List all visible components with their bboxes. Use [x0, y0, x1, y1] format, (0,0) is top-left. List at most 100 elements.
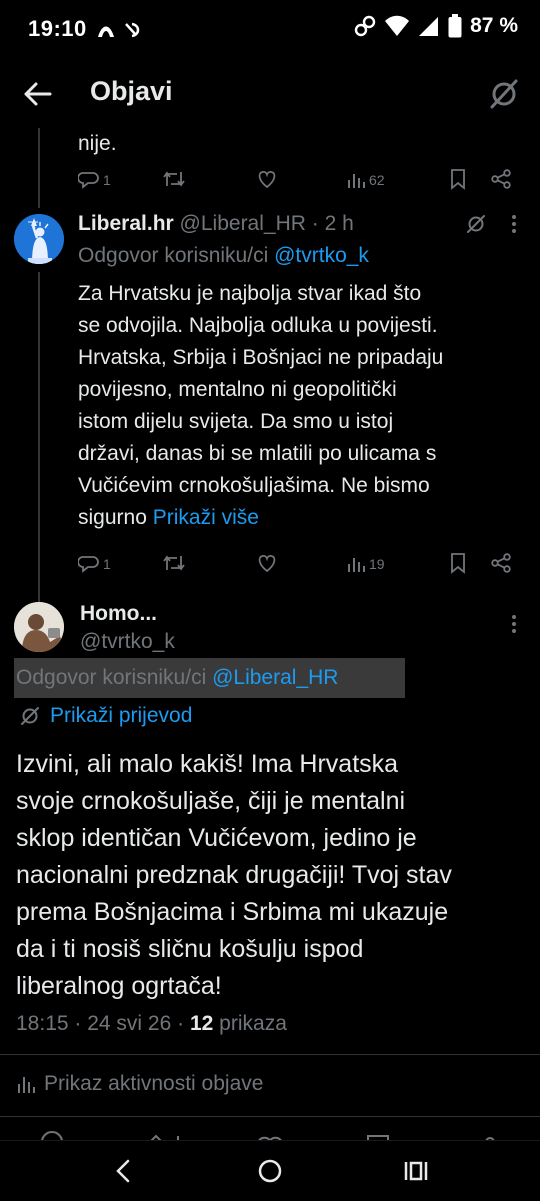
like-button[interactable] — [256, 552, 346, 577]
post-activity-link[interactable]: Prikaz aktivnosti objave — [16, 1072, 263, 1096]
views-icon — [348, 558, 365, 572]
prev-tweet-text: nije. — [78, 132, 117, 155]
author-handle[interactable]: @Liberal_HR — [180, 212, 306, 235]
more-options-button[interactable] — [508, 612, 520, 641]
back-button[interactable] — [20, 76, 56, 112]
views-icon — [348, 174, 365, 188]
translate-label: Prikaži prijevod — [50, 704, 193, 727]
post-meta: 18:15 · 24 svi 26 · 12 prikaza — [16, 1012, 287, 1036]
grok-icon — [21, 707, 39, 725]
nav-recents-button[interactable] — [402, 1158, 430, 1189]
recent-apps-icon — [404, 1161, 428, 1181]
view-count: 62 — [369, 172, 385, 188]
avatar[interactable] — [14, 602, 64, 652]
home-circle-icon — [258, 1159, 282, 1183]
status-icons: 87 % — [354, 14, 518, 38]
battery-percent: 87 % — [470, 14, 518, 37]
chevron-left-icon — [116, 1159, 130, 1183]
reply-context: Odgovor korisniku/ci @tvrtko_k — [78, 240, 369, 272]
reply-count: 1 — [103, 172, 111, 188]
bookmark-button[interactable] — [448, 552, 490, 577]
more-options-button[interactable] — [508, 212, 520, 241]
notification-icon — [98, 22, 140, 38]
statue-of-liberty-icon — [14, 214, 64, 264]
heart-icon — [258, 554, 276, 572]
repost-icon — [163, 555, 185, 570]
status-bar: 19:10 87 % — [0, 0, 540, 62]
reply-button[interactable]: 1 — [78, 553, 162, 575]
author-name[interactable]: Liberal.hr — [78, 212, 174, 235]
share-button[interactable] — [490, 168, 512, 193]
reply-tweet-header: Liberal.hr @Liberal_HR · 2 h — [78, 208, 354, 240]
prev-tweet-actions: 1 62 — [78, 166, 518, 194]
nav-home-button[interactable] — [257, 1158, 283, 1189]
thread-line — [38, 272, 40, 602]
text-line: istom dijelu svijeta. Da smo u istoj — [78, 410, 394, 433]
views-button[interactable]: 62 — [346, 170, 448, 190]
post-activity-label: Prikaz aktivnosti objave — [44, 1072, 264, 1095]
text-line: Hrvatska, Srbija i Bošnjaci ne pripadaju — [78, 346, 444, 369]
text-line: državi, danas bi se mlatili po ulicama s — [78, 442, 437, 465]
text-line: sklop identičan Vučićevom, jedino je — [16, 824, 417, 852]
share-icon — [491, 168, 511, 189]
reply-count: 1 — [103, 556, 111, 572]
translate-button[interactable]: Prikaži prijevod — [18, 704, 192, 728]
text-line: nacionalni predznak drugačiji! Tvoj stav — [16, 861, 452, 889]
reply-icon — [78, 556, 99, 573]
notification-icons — [96, 19, 152, 46]
view-count: 12 — [189, 1012, 214, 1035]
bookmark-icon — [451, 552, 465, 574]
view-count: 19 — [369, 556, 385, 572]
wifi-icon — [385, 15, 410, 36]
views-icon — [18, 1077, 35, 1093]
heart-icon — [258, 170, 276, 188]
link-icon — [354, 15, 376, 37]
more-vertical-icon — [512, 215, 516, 233]
post-time: · 2 h — [311, 212, 354, 235]
post-date: · 24 svi 26 · — [74, 1012, 185, 1035]
repost-button[interactable] — [162, 168, 256, 193]
divider — [0, 1054, 540, 1055]
status-time: 19:10 — [28, 16, 87, 41]
share-icon — [491, 552, 511, 573]
nav-back-button[interactable] — [112, 1157, 136, 1190]
reply-icon — [78, 172, 99, 189]
page-title: Objavi — [90, 76, 173, 106]
grok-button[interactable] — [486, 76, 522, 112]
views-button[interactable]: 19 — [346, 554, 448, 574]
text-line: povijesno, mentalno ni geopolitički — [78, 378, 397, 401]
views-label: prikaza — [219, 1012, 287, 1035]
avatar[interactable] — [14, 214, 64, 264]
reply-tweet-body: Za Hrvatsku je najbolja stvar ikad što s… — [78, 278, 528, 534]
reply-to-link[interactable]: @Liberal_HR — [212, 666, 338, 689]
thread-line — [38, 128, 40, 208]
bookmark-icon — [451, 168, 465, 190]
main-tweet-body: Izvini, ali malo kakiš! Ima Hrvatska svo… — [16, 746, 536, 1005]
reply-prefix: Odgovor korisniku/ci — [78, 244, 269, 267]
grok-icon — [490, 79, 518, 109]
text-line: se odvojila. Najbolja odluka u povijesti… — [78, 314, 438, 337]
author-handle[interactable]: @tvrtko_k — [80, 626, 175, 658]
show-more-link[interactable]: Prikaži više — [153, 506, 259, 529]
signal-icon — [419, 17, 439, 36]
more-vertical-icon — [512, 615, 516, 633]
repost-icon — [163, 171, 185, 186]
battery-icon — [448, 14, 462, 38]
bookmark-button[interactable] — [448, 168, 490, 193]
text-line: prema Bošnjacima i Srbima mi ukazuje — [16, 898, 449, 926]
text-line: da i ti nosiš sličnu košulju ispod — [16, 935, 364, 963]
reply-prefix: Odgovor korisniku/ci — [16, 666, 207, 689]
reply-to-link[interactable]: @tvrtko_k — [274, 244, 369, 267]
repost-button[interactable] — [162, 552, 256, 577]
grok-icon — [467, 215, 485, 233]
text-line: Vučićevim crnokošuljašima. Ne bismo — [78, 474, 430, 497]
text-line: Izvini, ali malo kakiš! Ima Hrvatska — [16, 750, 399, 778]
reply-button[interactable]: 1 — [78, 169, 162, 191]
share-button[interactable] — [490, 552, 512, 577]
post-time: 18:15 — [16, 1012, 69, 1035]
grok-button[interactable] — [464, 212, 488, 241]
divider — [0, 1116, 540, 1117]
like-button[interactable] — [256, 168, 346, 193]
text-line: sigurno Prikaži više — [78, 502, 528, 534]
text-line: svoje crnokošuljaše, čiji je mentalni — [16, 787, 406, 815]
